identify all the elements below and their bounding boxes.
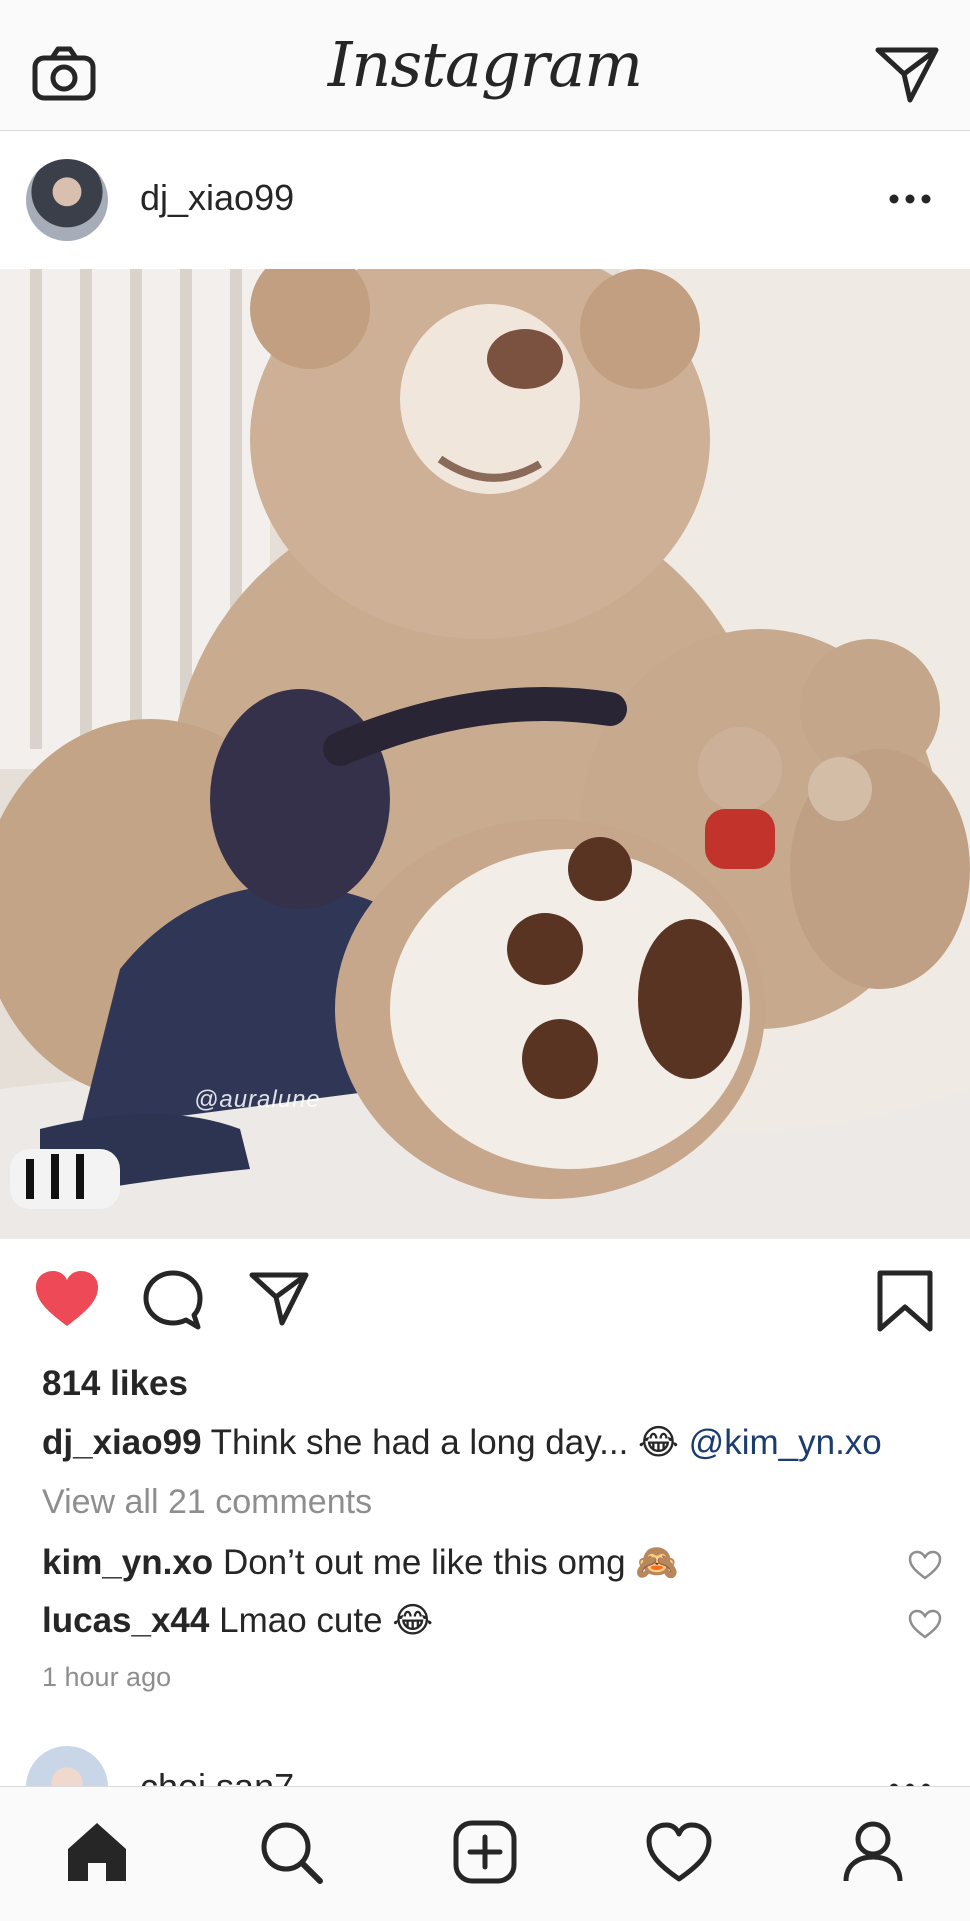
caption-username[interactable]: dj_xiao99 (42, 1423, 202, 1462)
comment-item: kim_yn.xo Don’t out me like this omg 🙈 (42, 1542, 679, 1583)
share-icon[interactable] (248, 1269, 310, 1327)
post-header: dj_xiao99 (0, 131, 970, 269)
post-caption: dj_xiao99 Think she had a long day... 😂 … (42, 1423, 942, 1463)
comment-username[interactable]: kim_yn.xo (42, 1543, 213, 1582)
comment-item: lucas_x44 Lmao cute 😂 (42, 1601, 433, 1641)
heart-filled-icon[interactable] (34, 1269, 100, 1329)
comment-text: Lmao cute 😂 (219, 1601, 434, 1640)
activity-heart-icon[interactable] (646, 1819, 712, 1885)
bottom-nav (0, 1786, 970, 1921)
post-photo-illustration (0, 269, 970, 1239)
search-icon[interactable] (258, 1819, 324, 1885)
photo-watermark: @auralune (194, 1086, 321, 1113)
comment-text: Don’t out me like this omg 🙈 (222, 1543, 679, 1582)
caption-mention[interactable]: @kim_yn.xo (689, 1423, 882, 1462)
bookmark-icon[interactable] (876, 1269, 934, 1333)
likes-count[interactable]: 814 likes (42, 1364, 188, 1404)
paper-plane-icon[interactable] (874, 44, 940, 104)
post-actions (0, 1239, 970, 1359)
comment-icon[interactable] (142, 1269, 204, 1331)
home-icon[interactable] (64, 1819, 130, 1885)
caption-text: Think she had a long day... 😂 (210, 1423, 679, 1462)
post-timestamp: 1 hour ago (42, 1662, 172, 1692)
avatar[interactable] (26, 159, 108, 241)
comment-like-icon[interactable] (908, 1609, 942, 1639)
post-username[interactable]: dj_xiao99 (140, 177, 294, 219)
comment-like-icon[interactable] (908, 1550, 942, 1580)
view-all-comments-link[interactable]: View all 21 comments (42, 1483, 372, 1522)
app-title: Instagram (327, 28, 643, 101)
ellipsis-icon[interactable] (888, 191, 932, 207)
top-bar: Instagram (0, 0, 970, 131)
comment-username[interactable]: lucas_x44 (42, 1601, 209, 1640)
new-post-icon[interactable] (452, 1819, 518, 1885)
post-photo[interactable] (0, 269, 970, 1239)
profile-icon[interactable] (840, 1819, 906, 1885)
